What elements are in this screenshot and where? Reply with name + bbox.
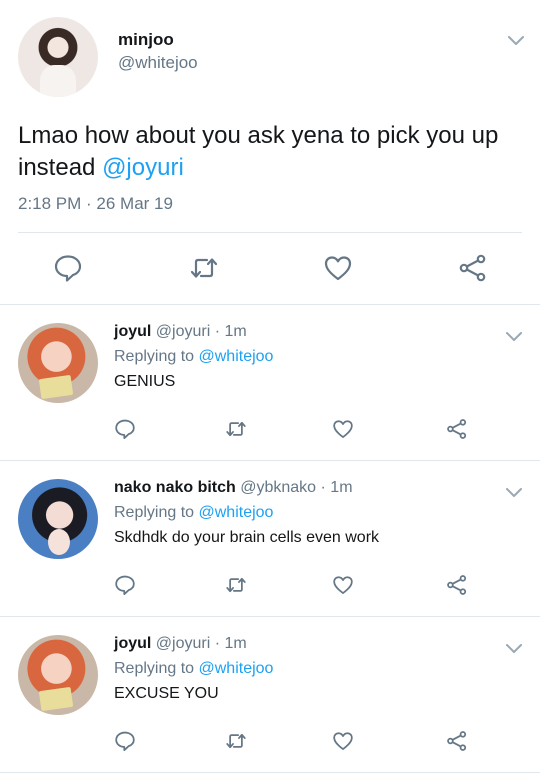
replying-prefix: Replying to [114, 348, 199, 365]
mention-link[interactable]: @joyuri [102, 154, 184, 181]
chevron-down-icon[interactable] [507, 31, 525, 49]
author-meta: @joyuri · 1m [151, 323, 247, 340]
avatar[interactable] [18, 479, 98, 559]
avatar[interactable] [18, 17, 98, 97]
reply-icon[interactable] [53, 253, 83, 283]
like-icon[interactable] [332, 730, 354, 752]
reply-icon[interactable] [114, 574, 136, 596]
share-icon[interactable] [446, 418, 468, 440]
reply-tweet: nako nako bitch @ybknako · 1m Replying t… [0, 461, 540, 617]
retweet-icon[interactable] [225, 418, 247, 440]
retweet-icon[interactable] [225, 574, 247, 596]
like-icon[interactable] [332, 418, 354, 440]
author-name[interactable]: joyul [114, 635, 151, 652]
chevron-down-icon[interactable] [505, 639, 523, 657]
chevron-down-icon[interactable] [505, 327, 523, 345]
reply-header: nako nako bitch @ybknako · 1m [114, 479, 353, 497]
reply-icon[interactable] [114, 418, 136, 440]
reply-tweet: joyul @joyuri · 1m Replying to @whitejoo… [0, 305, 540, 461]
mention-link[interactable]: @whitejoo [199, 504, 274, 521]
retweet-icon[interactable] [189, 253, 219, 283]
share-icon[interactable] [446, 574, 468, 596]
replying-prefix: Replying to [114, 504, 199, 521]
share-icon[interactable] [458, 253, 488, 283]
chevron-down-icon[interactable] [505, 483, 523, 501]
divider [18, 232, 522, 233]
tweet-text-body: Lmao how about you ask yena to pick you … [18, 122, 499, 181]
reply-tweet: joyul @joyuri · 1m Replying to @whitejoo… [0, 617, 540, 773]
mention-link[interactable]: @whitejoo [199, 348, 274, 365]
replying-prefix: Replying to [114, 660, 199, 677]
tweet-timestamp[interactable]: 2:18 PM · 26 Mar 19 [18, 194, 173, 214]
replying-to: Replying to @whitejoo [114, 504, 273, 522]
replying-to: Replying to @whitejoo [114, 348, 273, 366]
reply-icon[interactable] [114, 730, 136, 752]
share-icon[interactable] [446, 730, 468, 752]
reply-header: joyul @joyuri · 1m [114, 635, 247, 653]
like-icon[interactable] [323, 253, 353, 283]
reply-header: joyul @joyuri · 1m [114, 323, 247, 341]
author-meta: @joyuri · 1m [151, 635, 247, 652]
divider [0, 772, 540, 773]
tweet-text: Skdhdk do your brain cells even work [114, 529, 380, 546]
replying-to: Replying to @whitejoo [114, 660, 273, 678]
retweet-icon[interactable] [225, 730, 247, 752]
tweet-text: Lmao how about you ask yena to pick you … [18, 120, 528, 184]
mention-link[interactable]: @whitejoo [199, 660, 274, 677]
main-tweet: minjoo @whitejoo Lmao how about you ask … [0, 0, 540, 305]
author-name[interactable]: nako nako bitch [114, 479, 236, 496]
avatar[interactable] [18, 635, 98, 715]
tweet-text: GENIUS [114, 373, 176, 390]
author-meta: @ybknako · 1m [235, 479, 353, 496]
author-name[interactable]: minjoo [118, 30, 174, 50]
avatar[interactable] [18, 323, 98, 403]
tweet-text: EXCUSE YOU [114, 685, 219, 702]
author-name[interactable]: joyul [114, 323, 151, 340]
author-handle[interactable]: @whitejoo [118, 53, 198, 73]
like-icon[interactable] [332, 574, 354, 596]
